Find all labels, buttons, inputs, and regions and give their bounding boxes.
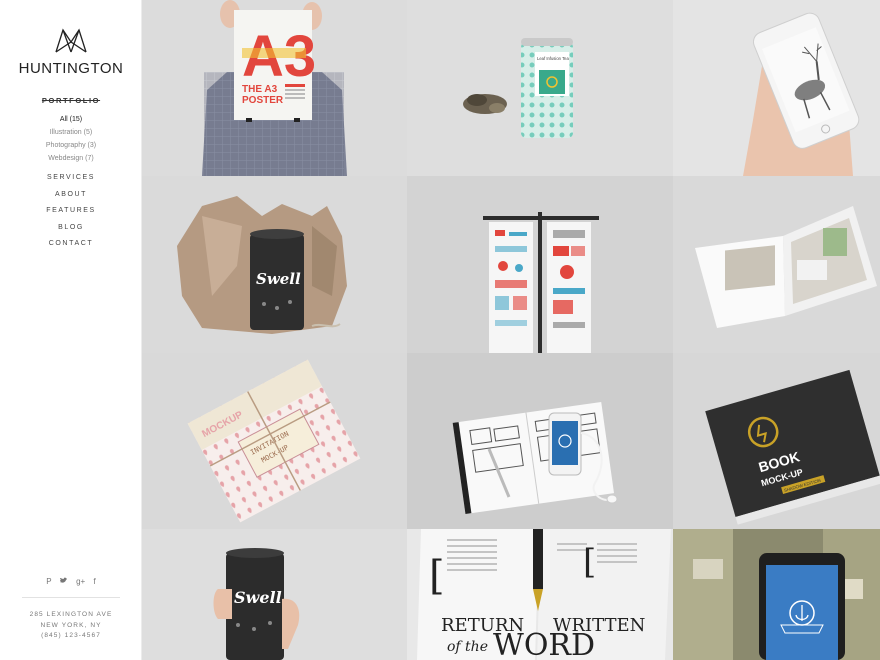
- portfolio-item-interior-magazine[interactable]: [673, 176, 880, 353]
- portfolio-item-swell-hand[interactable]: Swell: [142, 529, 407, 660]
- poster-heading-2: POSTER: [242, 95, 284, 106]
- google-plus-icon[interactable]: g+: [76, 577, 85, 586]
- portfolio-item-book-mockup[interactable]: BOOK MOCK-UP SHADOW EDITION: [673, 353, 880, 529]
- facebook-icon[interactable]: f: [93, 577, 95, 586]
- portfolio-item-phone-bag[interactable]: [673, 529, 880, 660]
- portfolio-item-a3-poster[interactable]: A3 THE A3 POSTER: [142, 0, 407, 176]
- portfolio-item-swell-bag[interactable]: Swell: [142, 176, 407, 353]
- twitter-icon[interactable]: [59, 577, 68, 586]
- pinterest-icon[interactable]: P: [46, 577, 51, 586]
- portfolio-item-tea-tin[interactable]: Leaf Infusion Tea: [407, 0, 673, 176]
- address-street: 285 LEXINGTON AVE: [29, 611, 113, 618]
- nav-contact[interactable]: CONTACT: [0, 236, 142, 253]
- address: 285 LEXINGTON AVE NEW YORK, NY (845) 123…: [0, 610, 142, 642]
- address-phone: (845) 123-4567: [41, 632, 101, 639]
- sidebar: HUNTINGTON PORTFOLIO All (15) Illustrati…: [0, 0, 142, 660]
- magazine-word-4: WORD: [493, 628, 595, 660]
- poster-heading-1: THE A3: [242, 84, 278, 95]
- address-city: NEW YORK, NY: [40, 621, 102, 629]
- swell-brand-text: Swell: [256, 270, 301, 288]
- brand-name: HUNTINGTON: [18, 60, 124, 77]
- filter-webdesign[interactable]: Webdesign (7): [0, 152, 142, 165]
- svg-text:[: [: [429, 553, 445, 599]
- mountain-lines-icon: [55, 28, 87, 53]
- filter-all[interactable]: All (15): [0, 113, 142, 126]
- nav-portfolio[interactable]: PORTFOLIO: [0, 96, 142, 105]
- nav-blog[interactable]: BLOG: [0, 220, 142, 237]
- magazine-word-2: of the: [447, 639, 488, 655]
- main-nav: PORTFOLIO All (15) Illustration (5) Phot…: [0, 96, 142, 253]
- tea-label: Leaf Infusion Tea: [537, 56, 569, 61]
- nav-services[interactable]: SERVICES: [0, 170, 142, 187]
- swell-brand-text-2: Swell: [234, 588, 282, 607]
- svg-text:[: [: [583, 542, 596, 582]
- filter-photography[interactable]: Photography (3): [0, 139, 142, 152]
- social-links: P g+ f: [0, 577, 142, 586]
- divider: [22, 597, 120, 598]
- portfolio-item-iphone-deer[interactable]: [673, 0, 880, 176]
- filter-illustration[interactable]: Illustration (5): [0, 126, 142, 139]
- nav-features[interactable]: FEATURES: [0, 203, 142, 220]
- portfolio-item-infographic-banners[interactable]: [407, 176, 673, 353]
- nav-about[interactable]: ABOUT: [0, 187, 142, 204]
- portfolio-item-invitation[interactable]: MOCKUP INVITATION MOCK-UP: [142, 353, 407, 529]
- portfolio-item-sketchbook-iphone[interactable]: [407, 353, 673, 529]
- portfolio-grid: A3 THE A3 POSTER: [142, 0, 880, 660]
- logo[interactable]: HUNTINGTON: [0, 26, 142, 77]
- portfolio-item-magazine-word[interactable]: [ [ RETURN of the WRITTEN WORD: [407, 529, 673, 660]
